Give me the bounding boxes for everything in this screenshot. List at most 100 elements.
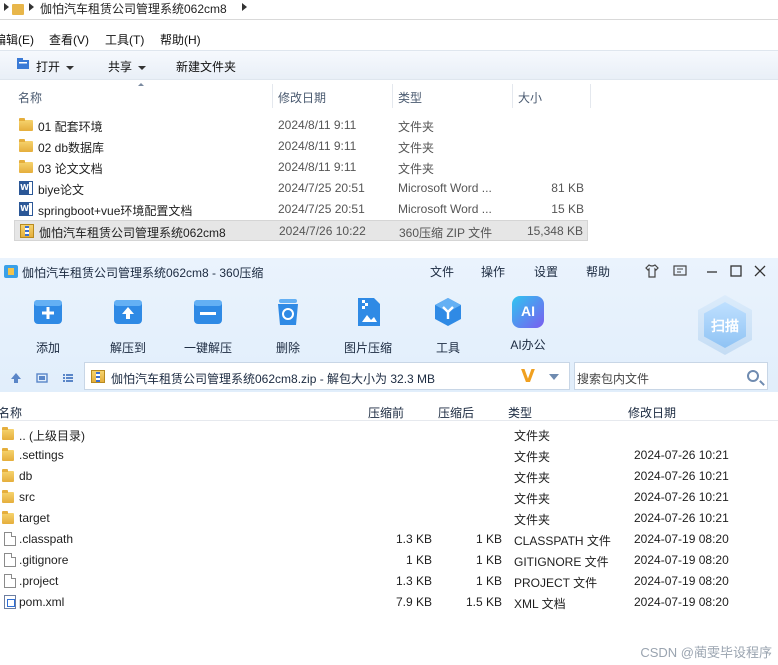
one-click-extract-label: 一键解压 (183, 341, 232, 355)
address-bar[interactable]: 伽怕汽车租赁公司管理系统062cm8 (0, 0, 778, 20)
archive-row[interactable]: .settings 文件夹 2024-07-26 10:21 (0, 445, 778, 466)
column-divider[interactable] (590, 84, 591, 108)
breadcrumb-separator-icon[interactable] (242, 3, 247, 11)
scan-button[interactable]: 扫描 (698, 295, 752, 355)
archive-row[interactable]: pom.xml 7.9 KB 1.5 KB XML 文档 2024-07-19 … (0, 592, 778, 613)
file-size: 15,348 KB (526, 224, 583, 238)
search-input[interactable]: 搜索包内文件 (574, 362, 768, 390)
zip-archive-icon (91, 370, 105, 383)
archive-row[interactable]: db 文件夹 2024-07-26 10:21 (0, 466, 778, 487)
maximize-icon[interactable] (728, 263, 744, 279)
ai-office-label: AI办公 (510, 338, 546, 352)
nav-arrow-icon[interactable] (4, 3, 9, 11)
entry-size-after: 1 KB (475, 553, 502, 567)
archive-row[interactable]: .classpath 1.3 KB 1 KB CLASSPATH 文件 2024… (0, 529, 778, 550)
explorer-column-header: 名称 修改日期 类型 大小 (0, 82, 778, 108)
file-icon (4, 532, 16, 546)
column-size[interactable]: 大小 (518, 89, 542, 106)
file-row[interactable]: biye论文 2024/7/25 20:51 Microsoft Word ..… (14, 178, 588, 199)
folder-icon (2, 490, 14, 503)
feedback-icon[interactable] (672, 263, 688, 279)
ai-office-button[interactable]: AI AI办公 (498, 296, 558, 353)
scan-label: 扫描 (711, 318, 739, 334)
entry-name: .settings (19, 448, 64, 462)
file-icon (4, 553, 16, 567)
column-name[interactable]: 名称 (0, 404, 22, 421)
file-name: springboot+vue环境配置文档 (38, 204, 193, 218)
file-row[interactable]: 02 db数据库 2024/8/11 9:11 文件夹 (14, 136, 588, 157)
folder-icon (19, 118, 33, 131)
archive-row[interactable]: .project 1.3 KB 1 KB PROJECT 文件 2024-07-… (0, 571, 778, 592)
entry-size-after: 1 KB (475, 574, 502, 588)
column-after[interactable]: 压缩后 (438, 404, 474, 421)
entry-date: 2024-07-19 08:20 (634, 595, 729, 609)
thumbnail-view-icon[interactable] (36, 372, 48, 384)
one-click-extract-button[interactable]: 一键解压 (178, 296, 238, 356)
minimize-icon[interactable] (704, 263, 720, 279)
folder-icon (2, 469, 14, 482)
column-divider[interactable] (272, 84, 273, 108)
file-row[interactable]: 03 论文文档 2024/8/11 9:11 文件夹 (14, 157, 588, 178)
list-view-icon[interactable] (62, 372, 74, 384)
archive-row[interactable]: src 文件夹 2024-07-26 10:21 (0, 487, 778, 508)
image-compress-label: 图片压缩 (343, 341, 392, 355)
file-explorer-window: 伽怕汽车租赁公司管理系统062cm8 编辑(E) 查看(V) 工具(T) 帮助(… (0, 0, 778, 258)
column-before[interactable]: 压缩前 (368, 404, 404, 421)
entry-size-before: 1.3 KB (395, 532, 432, 546)
entry-name: src (19, 490, 35, 504)
menu-view[interactable]: 查看(V) (49, 31, 89, 48)
folder-icon (19, 160, 33, 173)
archive-row[interactable]: .. (上级目录) 文件夹 (0, 424, 778, 445)
new-folder-button[interactable]: 新建文件夹 (176, 58, 236, 75)
column-date[interactable]: 修改日期 (628, 404, 676, 421)
file-size: 15 KB (551, 202, 584, 216)
tools-button[interactable]: 工具 (418, 296, 478, 356)
breadcrumb[interactable]: 伽怕汽车租赁公司管理系统062cm8 (40, 0, 227, 20)
archive-row[interactable]: .gitignore 1 KB 1 KB GITIGNORE 文件 2024-0… (0, 550, 778, 571)
explorer-toolbar: 打开 共享 新建文件夹 (0, 50, 778, 80)
close-icon[interactable] (752, 263, 768, 279)
menu-tools[interactable]: 工具(T) (105, 31, 144, 48)
file-name: biye论文 (38, 183, 85, 197)
file-icon (4, 574, 16, 588)
menu-operation[interactable]: 操作 (481, 263, 505, 280)
share-button[interactable]: 共享 (108, 58, 147, 75)
image-compress-button[interactable]: 图片压缩 (338, 296, 398, 356)
file-name: 伽怕汽车租赁公司管理系统062cm8 (39, 226, 226, 240)
entry-type: 文件夹 (514, 492, 551, 506)
column-divider[interactable] (512, 84, 513, 108)
open-button[interactable]: 打开 (36, 58, 75, 75)
image-compress-icon (358, 298, 380, 326)
column-divider[interactable] (392, 84, 393, 108)
entry-type: 文件夹 (514, 471, 551, 485)
menu-help[interactable]: 帮助 (586, 263, 610, 280)
file-row[interactable]: 01 配套环境 2024/8/11 9:11 文件夹 (14, 115, 588, 136)
menu-help[interactable]: 帮助(H) (160, 31, 201, 48)
share-label: 共享 (108, 60, 133, 74)
file-row[interactable]: springboot+vue环境配置文档 2024/7/25 20:51 Mic… (14, 199, 588, 220)
add-button[interactable]: 添加 (18, 296, 78, 356)
archive-path-field[interactable]: 伽怕汽车租赁公司管理系统062cm8.zip - 解包大小为 32.3 MB V (84, 362, 570, 390)
column-type[interactable]: 类型 (508, 404, 532, 421)
menu-file[interactable]: 文件 (430, 263, 454, 280)
breadcrumb-separator-icon[interactable] (29, 3, 34, 11)
delete-button[interactable]: 删除 (258, 296, 318, 356)
menu-edit[interactable]: 编辑(E) (0, 31, 34, 48)
file-row-selected[interactable]: 伽怕汽车租赁公司管理系统062cm8 2024/7/26 10:22 360压缩… (14, 220, 588, 241)
up-arrow-icon[interactable] (10, 372, 22, 384)
column-date[interactable]: 修改日期 (278, 89, 326, 106)
extract-to-button[interactable]: 解压到 (98, 296, 158, 356)
entry-type: CLASSPATH 文件 (514, 534, 611, 548)
v-badge-icon[interactable]: V (521, 366, 535, 387)
column-type[interactable]: 类型 (398, 89, 422, 106)
entry-name: db (19, 469, 33, 483)
path-dropdown-icon[interactable] (549, 374, 559, 380)
menu-settings[interactable]: 设置 (534, 263, 558, 280)
archive-row[interactable]: target 文件夹 2024-07-26 10:21 (0, 508, 778, 529)
folder-icon (2, 448, 14, 461)
word-doc-icon (19, 181, 33, 195)
skin-shirt-icon[interactable] (644, 263, 660, 279)
search-icon[interactable] (747, 370, 759, 382)
column-name[interactable]: 名称 (18, 89, 42, 106)
file-type: 文件夹 (398, 120, 435, 134)
